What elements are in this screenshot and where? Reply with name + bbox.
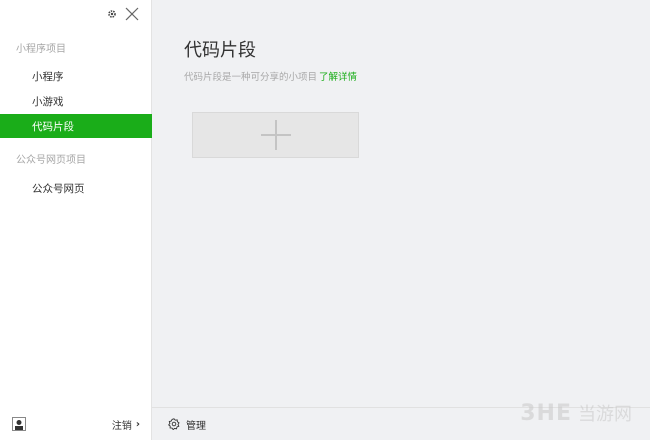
main-content: 代码片段 代码片段是一种可分享的小项目 了解详情 管理 (152, 0, 650, 440)
plus-icon (260, 120, 291, 150)
watermark: 3HE 当游网 (520, 400, 632, 426)
sidebar-item-minigame[interactable]: 小游戏 (0, 89, 152, 113)
page-title: 代码片段 (184, 40, 256, 61)
sidebar: 小程序项目 小程序 小游戏 代码片段 公众号网页项目 公众号网页 注销 › (0, 0, 152, 440)
manage-label: 管理 (186, 420, 206, 432)
sidebar-item-code-snippets[interactable]: 代码片段 (0, 114, 152, 138)
description-text: 代码片段是一种可分享的小项目 (184, 72, 318, 83)
gear-icon (168, 418, 180, 430)
sidebar-footer: 注销 › (0, 408, 152, 440)
watermark-text: 当游网 (578, 404, 632, 425)
logout-label: 注销 (111, 420, 132, 432)
learn-more-link[interactable]: 了解详情 (319, 72, 357, 83)
manage-button[interactable]: 管理 (168, 417, 206, 432)
sidebar-item-miniprogram[interactable]: 小程序 (0, 64, 152, 88)
window-controls (107, 6, 139, 22)
page-description: 代码片段是一种可分享的小项目 了解详情 (184, 69, 357, 83)
close-icon[interactable] (125, 7, 139, 21)
settings-icon[interactable] (107, 9, 117, 19)
sidebar-item-official-account-webpage[interactable]: 公众号网页 (0, 176, 152, 200)
section-label-official-account-projects: 公众号网页项目 (16, 155, 86, 166)
chevron-right-icon: › (135, 418, 140, 430)
add-snippet-button[interactable] (192, 112, 359, 158)
avatar-image (15, 420, 23, 430)
watermark-logo: 3HE (520, 400, 572, 426)
section-label-miniprogram-projects: 小程序项目 (16, 44, 66, 55)
logout-button[interactable]: 注销 › (112, 417, 140, 432)
avatar[interactable] (12, 417, 26, 431)
